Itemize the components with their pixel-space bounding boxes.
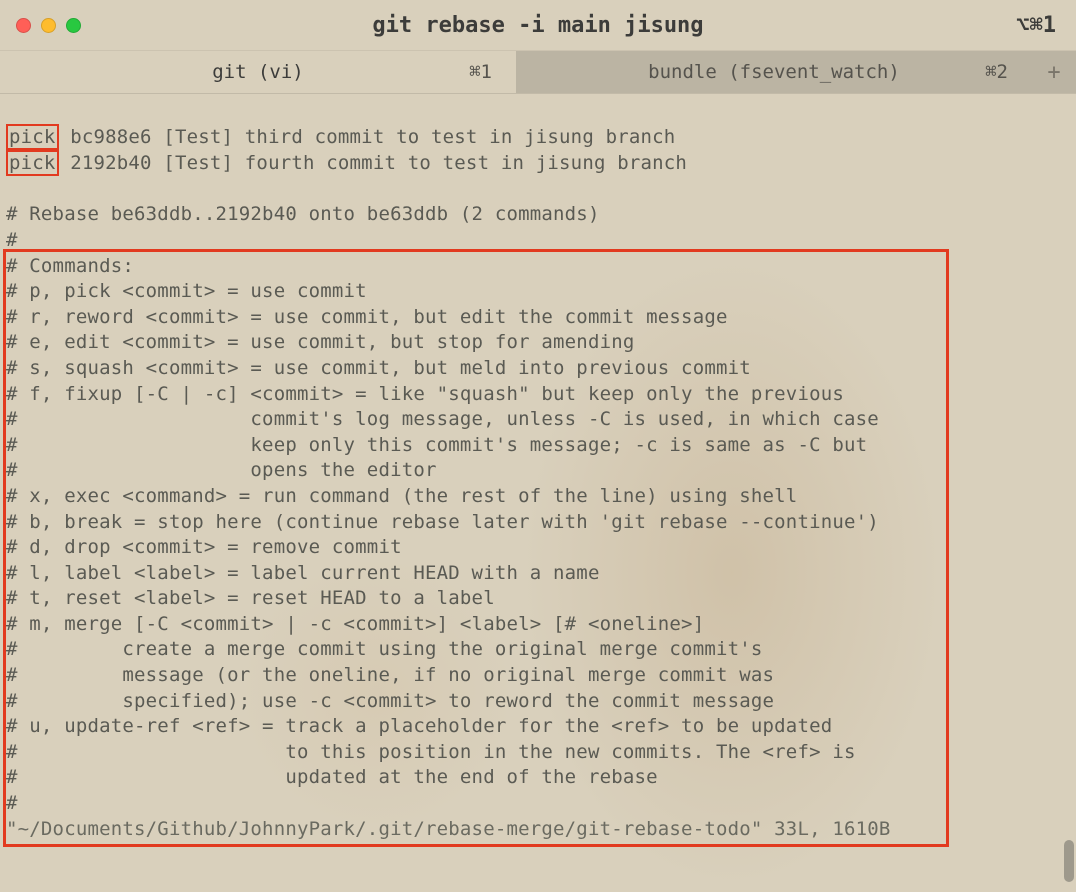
tab-bundle-fsevent[interactable]: bundle (fsevent_watch) ⌘2 (516, 51, 1032, 93)
cmd-reset: # t, reset <label> = reset HEAD to a lab… (6, 587, 495, 609)
tab-shortcut: ⌘1 (469, 61, 492, 83)
traffic-lights (16, 18, 81, 33)
cmd-fixup: # commit's log message, unless -C is use… (6, 408, 879, 430)
commands-title: # Commands: (6, 255, 134, 277)
editor-content[interactable]: pick bc988e6 [Test] third commit to test… (6, 98, 1070, 842)
cmd-update-ref: # u, update-ref <ref> = track a placehol… (6, 715, 832, 737)
cmd-update-ref: # updated at the end of the rebase (6, 766, 658, 788)
cmd-pick: # p, pick <commit> = use commit (6, 280, 367, 302)
cmd-merge: # m, merge [-C <commit> | -c <commit>] <… (6, 613, 704, 635)
tab-label: bundle (fsevent_watch) (648, 61, 900, 83)
cmd-update-ref: # to this position in the new commits. T… (6, 741, 856, 763)
pick-keyword: pick (6, 150, 59, 176)
cmd-fixup: # f, fixup [-C | -c] <commit> = like "sq… (6, 383, 844, 405)
commit-line: bc988e6 [Test] third commit to test in j… (59, 126, 676, 148)
cmd-fixup: # keep only this commit's message; -c is… (6, 434, 867, 456)
plus-icon: + (1047, 60, 1060, 85)
vi-status-line: "~/Documents/Github/JohnnyPark/.git/reba… (6, 818, 891, 840)
comment-line: # (6, 229, 18, 251)
zoom-icon[interactable] (66, 18, 81, 33)
pick-line-2: pick 2192b40 [Test] fourth commit to tes… (6, 152, 687, 174)
rebase-header: # Rebase be63ddb..2192b40 onto be63ddb (… (6, 203, 600, 225)
cmd-merge: # create a merge commit using the origin… (6, 638, 763, 660)
tab-git-vi[interactable]: git (vi) ⌘1 (0, 51, 516, 93)
window-title: git rebase -i main jisung (0, 13, 1076, 38)
cmd-fixup: # opens the editor (6, 459, 437, 481)
cmd-reword: # r, reword <commit> = use commit, but e… (6, 306, 728, 328)
cmd-label: # l, label <label> = label current HEAD … (6, 562, 600, 584)
new-tab-button[interactable]: + (1032, 51, 1076, 93)
cmd-merge: # message (or the oneline, if no origina… (6, 664, 774, 686)
scrollbar-thumb[interactable] (1064, 840, 1074, 882)
titlebar: git rebase -i main jisung ⌥⌘1 (0, 0, 1076, 50)
commit-line: 2192b40 [Test] fourth commit to test in … (59, 152, 688, 174)
tab-shortcut: ⌘2 (985, 61, 1008, 83)
cmd-exec: # x, exec <command> = run command (the r… (6, 485, 797, 507)
pick-keyword: pick (6, 124, 59, 150)
cmd-squash: # s, squash <commit> = use commit, but m… (6, 357, 751, 379)
close-icon[interactable] (16, 18, 31, 33)
cmd-break: # b, break = stop here (continue rebase … (6, 511, 879, 533)
terminal-viewport[interactable]: pick bc988e6 [Test] third commit to test… (0, 94, 1076, 892)
minimize-icon[interactable] (41, 18, 56, 33)
window-shortcut: ⌥⌘1 (1016, 13, 1056, 38)
tab-bar: git (vi) ⌘1 bundle (fsevent_watch) ⌘2 + (0, 50, 1076, 94)
tab-label: git (vi) (212, 61, 304, 83)
comment-line: # (6, 792, 18, 814)
cmd-merge: # specified); use -c <commit> to reword … (6, 690, 774, 712)
pick-line-1: pick bc988e6 [Test] third commit to test… (6, 126, 675, 148)
cmd-edit: # e, edit <commit> = use commit, but sto… (6, 331, 635, 353)
cmd-drop: # d, drop <commit> = remove commit (6, 536, 402, 558)
